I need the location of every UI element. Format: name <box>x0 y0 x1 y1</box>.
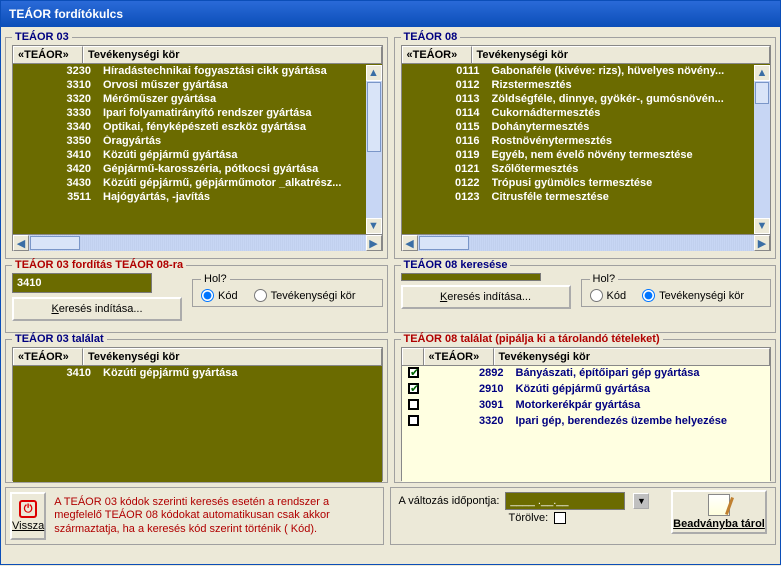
back-button[interactable]: ⏻ Vissza <box>10 492 46 540</box>
teaor08-hscroll[interactable]: ◀▶ <box>402 234 771 251</box>
row-checkbox[interactable] <box>408 383 419 394</box>
teaor08-panel: TEÁOR 08 «TEÁOR» Tevékenységi kör 0111Ga… <box>394 31 777 259</box>
table-row[interactable]: 0121Szőlőtermesztés <box>402 162 771 176</box>
window-title: TEÁOR fordítókulcs <box>1 1 780 27</box>
table-row[interactable]: 3091Motorkerékpár gyártása <box>402 398 771 414</box>
table-row[interactable]: 3310Orvosi műszer gyártása <box>13 78 382 92</box>
row-checkbox[interactable] <box>408 367 419 378</box>
table-row[interactable]: 0111Gabonaféle (kivéve: rizs), hüvelyes … <box>402 64 771 78</box>
result08-col-activity[interactable]: Tevékenységi kör <box>494 348 771 365</box>
search08-hol: Hol? Kód Tevékenységi kör <box>581 273 772 307</box>
search08-panel: TEÁOR 08 keresése Keresés indítása... Ho… <box>394 259 777 333</box>
power-icon: ⏻ <box>19 500 37 518</box>
result08-list[interactable]: 2892Bányászati, építőipari gép gyártása2… <box>402 366 771 482</box>
row-checkbox[interactable] <box>408 399 419 410</box>
search03-legend: TEÁOR 03 fordítás TEÁOR 08-ra <box>12 259 186 271</box>
teaor03-col-activity[interactable]: Tevékenységi kör <box>83 46 382 63</box>
table-row[interactable]: 0112Rizstermesztés <box>402 78 771 92</box>
table-row[interactable]: 3340Optikai, fényképészeti eszköz gyártá… <box>13 120 382 134</box>
store-button[interactable]: Beadványba tárol <box>671 490 767 534</box>
table-row[interactable]: 3230Híradástechnikai fogyasztási cikk gy… <box>13 64 382 78</box>
teaor08-vscroll[interactable]: ▲▼ <box>754 65 770 234</box>
teaor08-legend: TEÁOR 08 <box>401 31 461 43</box>
table-row[interactable]: 0122Trópusi gyümölcs termesztése <box>402 176 771 190</box>
table-row[interactable]: 3320Ipari gép, berendezés üzembe helyezé… <box>402 414 771 430</box>
result03-list[interactable]: 3410Közúti gépjármű gyártása <box>13 366 382 482</box>
notepad-icon <box>708 494 730 516</box>
deleted-checkbox[interactable] <box>554 512 566 524</box>
search03-panel: TEÁOR 03 fordítás TEÁOR 08-ra 3410 Keres… <box>5 259 388 333</box>
footer-left: ⏻ Vissza A TEÁOR 03 kódok szerinti keres… <box>5 487 384 545</box>
teaor03-panel: TEÁOR 03 «TEÁOR» Tevékenységi kör 3230Hí… <box>5 31 388 259</box>
result03-col-activity[interactable]: Tevékenységi kör <box>83 348 382 365</box>
search03-input[interactable]: 3410 <box>12 273 152 293</box>
teaor03-legend: TEÁOR 03 <box>12 31 72 43</box>
table-row[interactable]: 3511Hajógyártás, -javítás <box>13 190 382 204</box>
teaor03-list[interactable]: 3230Híradástechnikai fogyasztási cikk gy… <box>13 64 382 234</box>
teaor08-col-activity[interactable]: Tevékenységi kör <box>472 46 771 63</box>
table-row[interactable]: 0123Citrusféle termesztése <box>402 190 771 204</box>
change-date-label: A változás időpontja: <box>399 495 500 507</box>
result03-panel: TEÁOR 03 találat «TEÁOR» Tevékenységi kö… <box>5 333 388 483</box>
result08-legend: TEÁOR 08 találat (pipálja ki a tárolandó… <box>401 333 663 345</box>
teaor08-list[interactable]: 0111Gabonaféle (kivéve: rizs), hüvelyes … <box>402 64 771 234</box>
search03-button[interactable]: Keresés indítása... <box>12 297 182 321</box>
search08-radio-code[interactable]: Kód <box>590 289 627 302</box>
teaor03-vscroll[interactable]: ▲▼ <box>366 65 382 234</box>
result03-col-code[interactable]: «TEÁOR» <box>13 348 83 365</box>
table-row[interactable]: 3330Ipari folyamatirányító rendszer gyár… <box>13 106 382 120</box>
table-row[interactable]: 0113Zöldségféle, dinnye, gyökér-, gumósn… <box>402 92 771 106</box>
table-row[interactable]: 3410Közúti gépjármű gyártása <box>13 148 382 162</box>
teaor03-hscroll[interactable]: ◀▶ <box>13 234 382 251</box>
search08-radio-activity[interactable]: Tevékenységi kör <box>642 289 744 302</box>
table-row[interactable]: 2892Bányászati, építőipari gép gyártása <box>402 366 771 382</box>
search03-radio-activity[interactable]: Tevékenységi kör <box>254 289 356 302</box>
footer-warning: A TEÁOR 03 kódok szerinti keresés esetén… <box>54 496 378 536</box>
search03-hol: Hol? Kód Tevékenységi kör <box>192 273 383 307</box>
search03-radio-code[interactable]: Kód <box>201 289 238 302</box>
table-row[interactable]: 0115Dohánytermesztés <box>402 120 771 134</box>
deleted-label: Törölve: <box>509 512 549 524</box>
table-row[interactable]: 3410Közúti gépjármű gyártása <box>13 366 382 380</box>
table-row[interactable]: 0119Egyéb, nem évelő növény termesztése <box>402 148 771 162</box>
result08-col-code[interactable]: «TEÁOR» <box>424 348 494 365</box>
teaor03-col-code[interactable]: «TEÁOR» <box>13 46 83 63</box>
search08-button[interactable]: Keresés indítása... <box>401 285 571 309</box>
table-row[interactable]: 3320Mérőműszer gyártása <box>13 92 382 106</box>
table-row[interactable]: 3430Közúti gépjármű, gépjárműmotor _alka… <box>13 176 382 190</box>
table-row[interactable]: 3420Gépjármű-karosszéria, pótkocsi gyárt… <box>13 162 382 176</box>
row-checkbox[interactable] <box>408 415 419 426</box>
table-row[interactable]: 2910Közúti gépjármű gyártása <box>402 382 771 398</box>
teaor08-col-code[interactable]: «TEÁOR» <box>402 46 472 63</box>
footer-right: Beadványba tárol A változás időpontja: _… <box>390 487 777 545</box>
result08-panel: TEÁOR 08 találat (pipálja ki a tárolandó… <box>394 333 777 483</box>
result03-legend: TEÁOR 03 találat <box>12 333 107 345</box>
search08-legend: TEÁOR 08 keresése <box>401 259 511 271</box>
combo-dropdown-button[interactable]: ▼ <box>633 493 649 509</box>
table-row[interactable]: 3350Óragyártás <box>13 134 382 148</box>
search08-input[interactable] <box>401 273 541 281</box>
change-date-combo[interactable]: ____ .__.__ <box>505 492 625 510</box>
table-row[interactable]: 0116Rostnövénytermesztés <box>402 134 771 148</box>
table-row[interactable]: 0114Cukornádtermesztés <box>402 106 771 120</box>
